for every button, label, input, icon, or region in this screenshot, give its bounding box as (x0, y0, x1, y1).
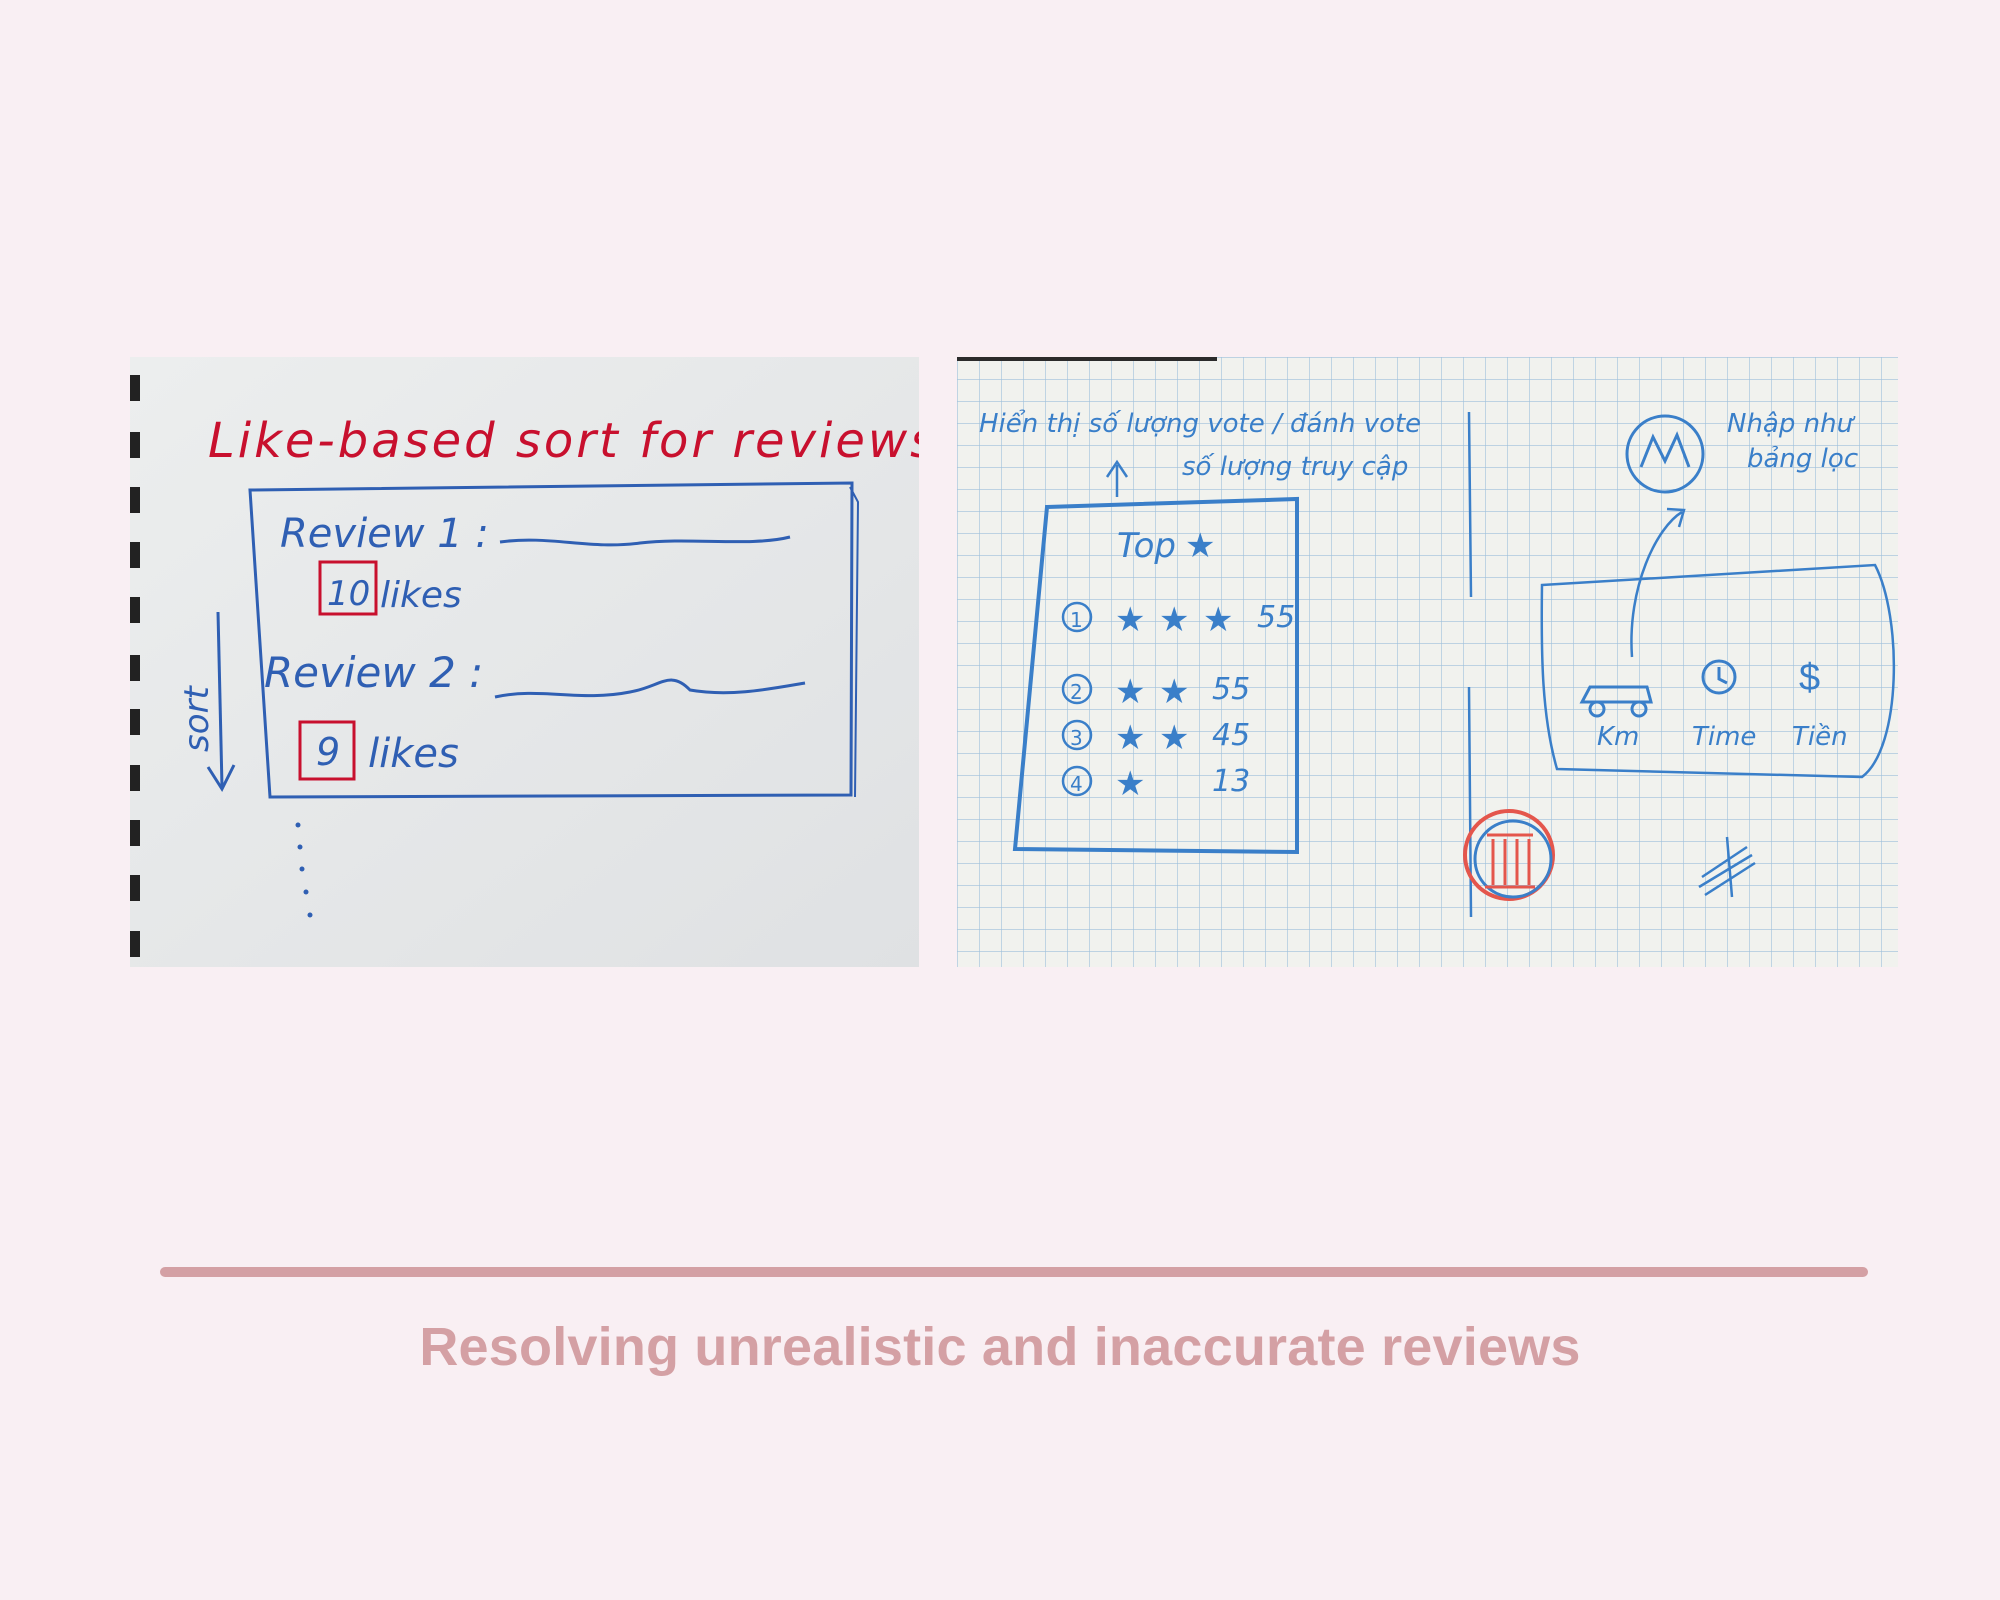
star-icon: ★ (1203, 600, 1233, 640)
sort-label: sort (177, 685, 217, 752)
filter-label: Tiền (1792, 722, 1848, 752)
star-icon: ★ (1159, 672, 1189, 712)
filter-labels: Km Time Tiền (1597, 722, 1848, 752)
page-caption: Resolving unrealistic and inaccurate rev… (419, 1317, 1581, 1377)
filter-label: Km (1597, 722, 1639, 752)
filter-label: Time (1692, 722, 1756, 752)
rank-number: 2 (1070, 680, 1083, 704)
rank-count: 45 (1212, 718, 1250, 753)
rank-number: 1 (1070, 608, 1083, 632)
note-top: Hiển thị số lượng vote / đánh vote (979, 408, 1421, 439)
star-icon: ★ (1159, 600, 1189, 640)
note-top-2: số lượng truy cập (1182, 452, 1408, 482)
rank-count: 55 (1212, 672, 1250, 707)
review-2-likes-count: 9 (316, 730, 340, 774)
review-2-label: Review 2 : (264, 648, 483, 697)
sketch-title: Like-based sort for reviews (208, 413, 919, 469)
star-icon: ★ (1159, 718, 1189, 758)
note-right: Nhập như (1727, 409, 1856, 439)
review-1-likes-word: likes (380, 575, 462, 616)
star-icon: ★ (1115, 600, 1145, 640)
top-label: Top (1117, 526, 1176, 566)
sketch-photo-top-ranking: Hiển thị số lượng vote / đánh vote số lư… (957, 357, 1898, 967)
note-right-2: bảng lọc (1747, 444, 1858, 474)
review-1-likes-count: 10 (327, 574, 370, 614)
rank-number: 3 (1070, 726, 1083, 750)
star-icon: ★ (1115, 672, 1145, 712)
star-icon: ★ (1115, 764, 1145, 804)
divider-line (160, 1267, 1868, 1277)
review-1-label: Review 1 : (280, 511, 489, 557)
rank-count: 55 (1257, 600, 1295, 635)
top-star-icon: ★ (1185, 527, 1215, 565)
dollar-icon: $ (1799, 657, 1820, 699)
star-icon: ★ (1115, 718, 1145, 758)
review-2-likes-word: likes (368, 731, 459, 777)
sketch-photo-like-sort: Like-based sort for reviews Review 1 : 1… (130, 357, 919, 967)
rank-count: 13 (1212, 764, 1250, 799)
rank-number: 4 (1070, 772, 1083, 796)
